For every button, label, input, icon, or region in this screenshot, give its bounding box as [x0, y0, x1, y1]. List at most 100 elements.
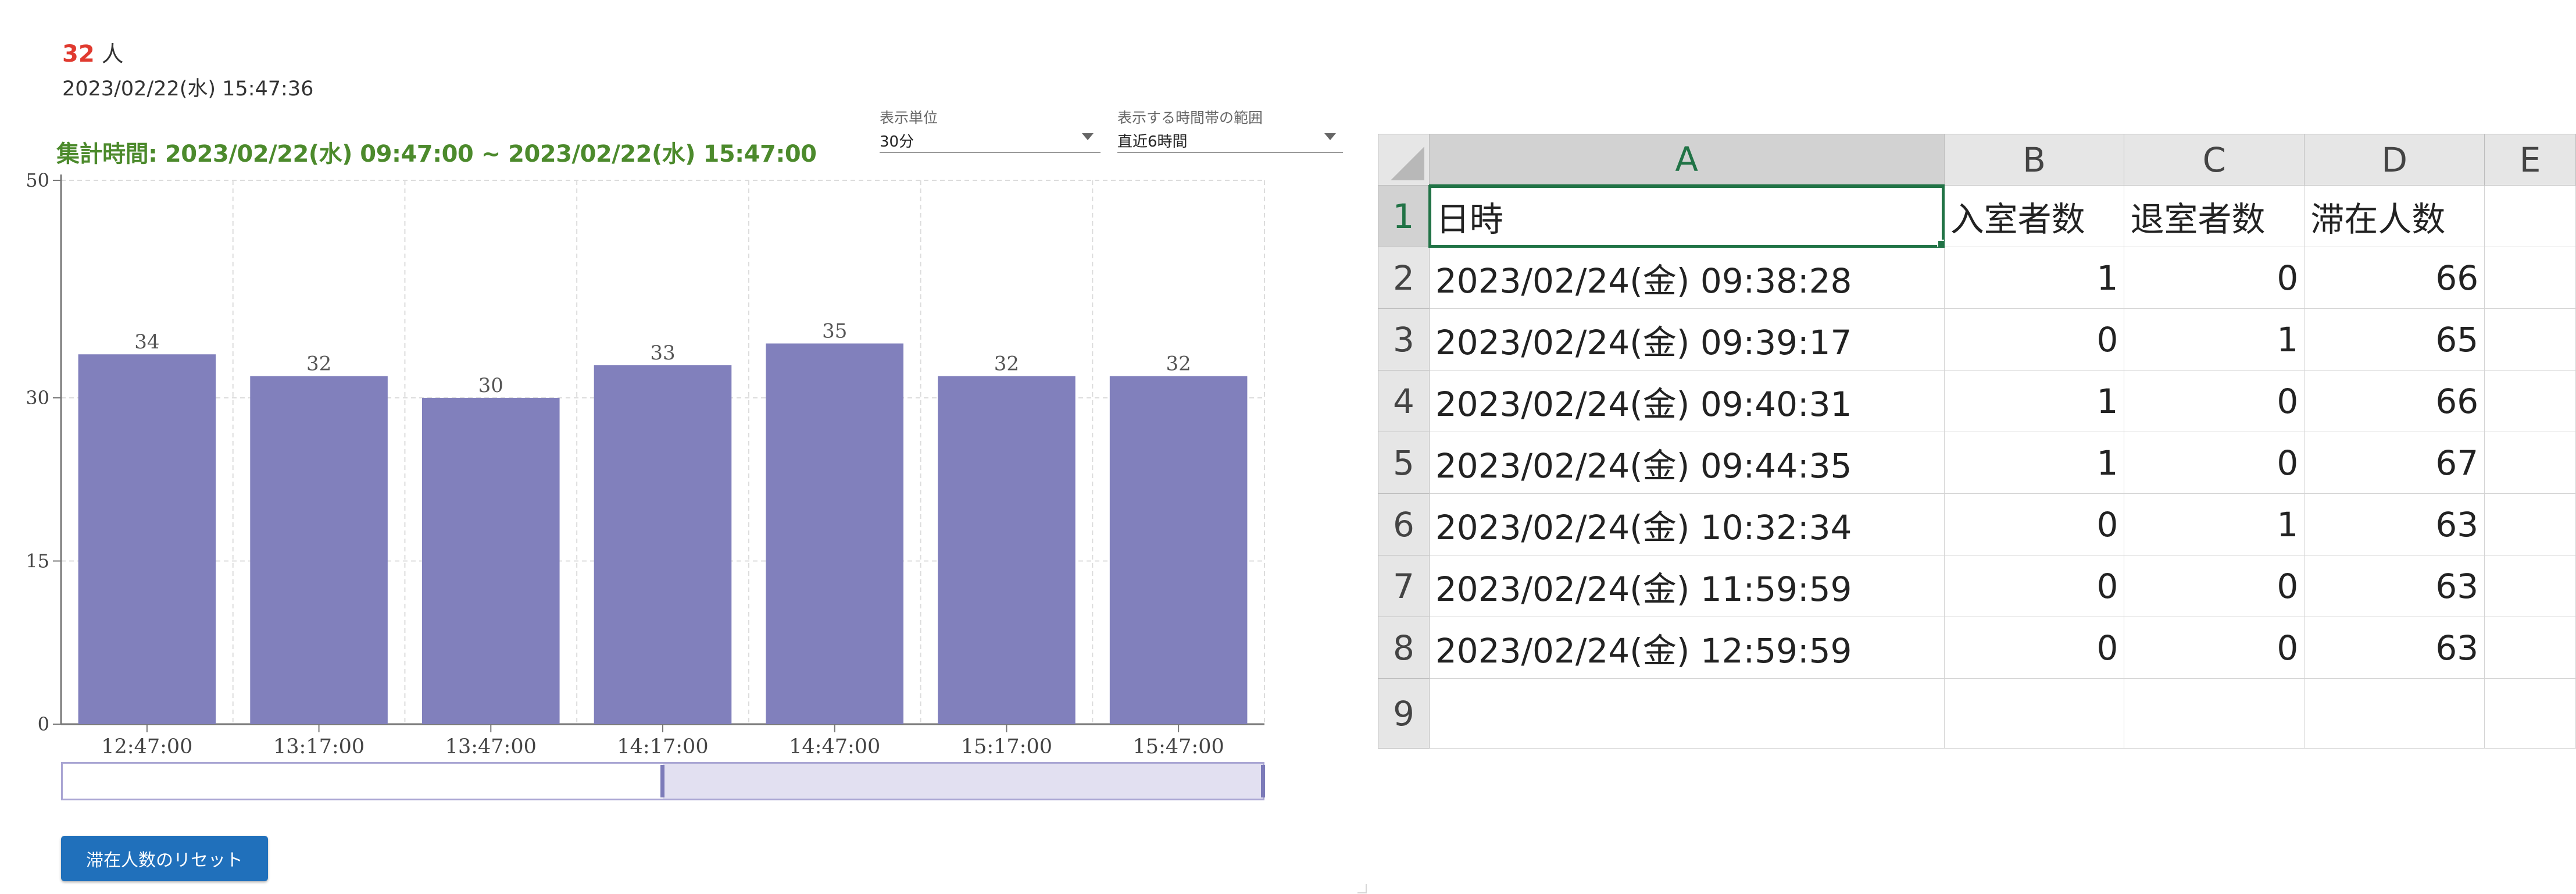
cell-e5[interactable]	[2484, 432, 2576, 494]
cell-d6[interactable]: 63	[2304, 493, 2485, 555]
cell-b6[interactable]: 0	[1943, 493, 2125, 555]
cell-b9[interactable]	[1943, 678, 2125, 749]
display-unit-select[interactable]: 表示単位 30分	[880, 106, 1101, 153]
cell-e2[interactable]	[2484, 247, 2576, 309]
cell-d5[interactable]: 67	[2304, 432, 2485, 494]
select-all-icon	[1390, 147, 1424, 180]
display-unit-label: 表示単位	[880, 109, 938, 126]
bar-data-label: 32	[306, 352, 331, 376]
cell-d2[interactable]: 66	[2304, 247, 2485, 309]
row-header[interactable]: 2	[1378, 247, 1430, 309]
bar-data-label: 35	[822, 320, 847, 343]
cell-c6[interactable]: 1	[2124, 493, 2305, 555]
table-row: 5 2023/02/24(金) 09:44:35 1 0 67	[1378, 432, 2576, 494]
row-header[interactable]: 6	[1378, 493, 1430, 555]
cell-b1[interactable]: 入室者数	[1943, 185, 2125, 247]
select-all-corner[interactable]	[1378, 134, 1430, 186]
cell-c9[interactable]	[2124, 678, 2305, 749]
cell-e8[interactable]	[2484, 617, 2576, 679]
table-row: 1 日時 入室者数 退室者数 滞在人数	[1378, 184, 2576, 248]
cell-d3[interactable]: 65	[2304, 308, 2485, 371]
bar	[594, 365, 732, 724]
cell-b7[interactable]: 0	[1943, 555, 2125, 617]
display-unit-value: 30分	[880, 133, 914, 151]
y-tick-label: 0	[38, 713, 49, 735]
cell-e3[interactable]	[2484, 308, 2576, 371]
cell-d8[interactable]: 63	[2304, 617, 2485, 679]
cell-c4[interactable]: 0	[2124, 370, 2305, 432]
table-row: 8 2023/02/24(金) 12:59:59 0 0 63	[1378, 617, 2576, 679]
row-header[interactable]: 3	[1378, 308, 1430, 371]
cell-a1[interactable]: 日時	[1428, 184, 1945, 248]
cell-c7[interactable]: 0	[2124, 555, 2305, 617]
bar	[250, 376, 388, 724]
cell-a6[interactable]: 2023/02/24(金) 10:32:34	[1428, 493, 1945, 555]
table-row: 2 2023/02/24(金) 09:38:28 1 0 66	[1378, 247, 2576, 309]
range-slider-right-handle[interactable]	[1261, 765, 1265, 797]
cell-a4[interactable]: 2023/02/24(金) 09:40:31	[1428, 370, 1945, 432]
chevron-down-icon	[1082, 133, 1094, 140]
cell-d7[interactable]: 63	[2304, 555, 2485, 617]
reset-occupancy-button[interactable]: 滞在人数のリセット	[61, 836, 268, 881]
column-header-e[interactable]: E	[2484, 134, 2576, 186]
range-slider[interactable]	[61, 762, 1265, 800]
cell-e4[interactable]	[2484, 370, 2576, 432]
time-range-select[interactable]: 表示する時間帯の範囲 直近6時間	[1117, 106, 1343, 153]
x-tick-label: 15:17:00	[961, 735, 1052, 758]
bar-data-label: 34	[134, 330, 159, 354]
cell-b4[interactable]: 1	[1943, 370, 2125, 432]
y-tick-label: 30	[26, 387, 49, 409]
current-count: 32 人	[62, 36, 124, 68]
cell-e6[interactable]	[2484, 493, 2576, 555]
cell-b3[interactable]: 0	[1943, 308, 2125, 371]
cell-a5[interactable]: 2023/02/24(金) 09:44:35	[1428, 432, 1945, 494]
row-header[interactable]: 8	[1378, 617, 1430, 679]
range-slider-selection[interactable]	[660, 764, 1265, 799]
cell-d4[interactable]: 66	[2304, 370, 2485, 432]
cell-e9[interactable]	[2484, 678, 2576, 749]
table-row: 3 2023/02/24(金) 09:39:17 0 1 65	[1378, 308, 2576, 371]
cell-e1[interactable]	[2484, 185, 2576, 247]
column-header-a[interactable]: A	[1428, 134, 1945, 186]
cell-a3[interactable]: 2023/02/24(金) 09:39:17	[1428, 308, 1945, 371]
cell-c2[interactable]: 0	[2124, 247, 2305, 309]
cell-c3[interactable]: 1	[2124, 308, 2305, 371]
row-header[interactable]: 7	[1378, 555, 1430, 617]
cell-d9[interactable]	[2304, 678, 2485, 749]
cell-a8[interactable]: 2023/02/24(金) 12:59:59	[1428, 617, 1945, 679]
x-tick-label: 13:47:00	[445, 735, 537, 758]
spreadsheet: A B C D E 1 日時 入室者数 退室者数 滞在人数 2 2023/02/24(金) 09:38…	[1378, 0, 2576, 894]
cell-b5[interactable]: 1	[1943, 432, 2125, 494]
row-header[interactable]: 4	[1378, 370, 1430, 432]
bar	[766, 343, 903, 724]
row-header[interactable]: 1	[1378, 185, 1430, 247]
cell-b2[interactable]: 1	[1943, 247, 2125, 309]
bar	[78, 354, 216, 724]
column-header-b[interactable]: B	[1943, 134, 2125, 186]
x-tick-label: 14:17:00	[617, 735, 708, 758]
cell-b8[interactable]: 0	[1943, 617, 2125, 679]
cell-d1[interactable]: 滞在人数	[2304, 185, 2485, 247]
column-header-d[interactable]: D	[2304, 134, 2485, 186]
column-header-c[interactable]: C	[2124, 134, 2305, 186]
cell-a7[interactable]: 2023/02/24(金) 11:59:59	[1428, 555, 1945, 617]
cell-a2[interactable]: 2023/02/24(金) 09:38:28	[1428, 247, 1945, 309]
cell-c5[interactable]: 0	[2124, 432, 2305, 494]
fill-handle[interactable]	[1937, 240, 1944, 247]
y-tick-label: 15	[26, 550, 49, 572]
bar-data-label: 32	[994, 352, 1019, 376]
range-slider-left-handle[interactable]	[660, 765, 664, 797]
row-header[interactable]: 5	[1378, 432, 1430, 494]
cell-c1[interactable]: 退室者数	[2124, 185, 2305, 247]
x-tick-label: 15:47:00	[1133, 735, 1224, 758]
bar	[1109, 376, 1248, 724]
row-header[interactable]: 9	[1378, 678, 1430, 749]
cell-c8[interactable]: 0	[2124, 617, 2305, 679]
current-count-value: 32	[62, 41, 95, 67]
bar-data-label: 33	[650, 341, 675, 365]
cell-a9[interactable]	[1428, 678, 1945, 749]
y-tick-label: 50	[26, 169, 49, 191]
cell-e7[interactable]	[2484, 555, 2576, 617]
chevron-down-icon	[1324, 133, 1336, 140]
x-tick-label: 14:47:00	[789, 735, 880, 758]
